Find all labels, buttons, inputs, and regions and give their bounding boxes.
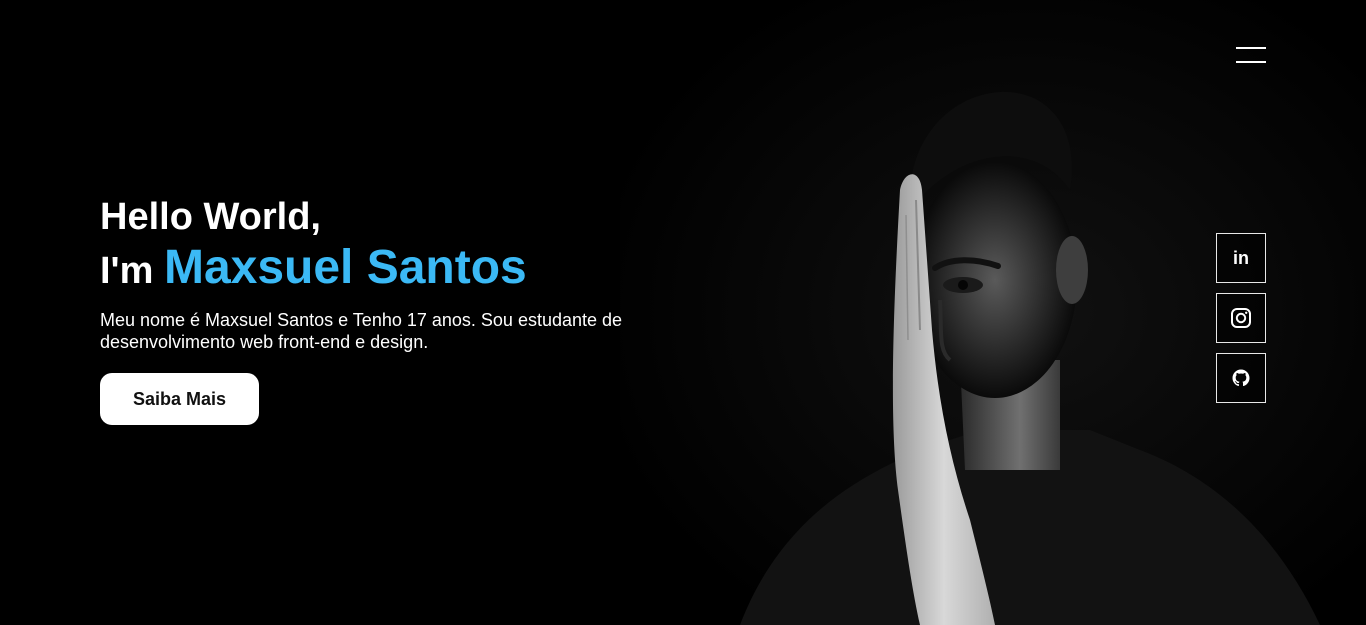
svg-text:in: in	[1233, 248, 1249, 268]
hamburger-icon-line	[1236, 61, 1266, 63]
instagram-icon	[1231, 308, 1251, 328]
name-prefix: I'm	[100, 250, 154, 292]
saiba-mais-button[interactable]: Saiba Mais	[100, 373, 259, 425]
name-heading: I'm Maxsuel Santos	[100, 242, 700, 297]
instagram-link[interactable]	[1216, 293, 1266, 343]
menu-button[interactable]	[1228, 38, 1274, 72]
greeting-heading: Hello World,	[100, 196, 321, 238]
name-highlight: Maxsuel Santos	[163, 241, 527, 294]
intro-block: Hello World, I'm Maxsuel Santos Meu nome…	[100, 192, 700, 425]
github-link[interactable]	[1216, 353, 1266, 403]
intro-description: Meu nome é Maxsuel Santos e Tenho 17 ano…	[100, 310, 623, 352]
social-links: in	[1216, 233, 1266, 413]
linkedin-icon: in	[1233, 248, 1249, 268]
hero-section: Hello World, I'm Maxsuel Santos Meu nome…	[0, 0, 1366, 625]
linkedin-link[interactable]: in	[1216, 233, 1266, 283]
github-icon	[1232, 369, 1250, 387]
hamburger-icon-line	[1236, 47, 1266, 49]
